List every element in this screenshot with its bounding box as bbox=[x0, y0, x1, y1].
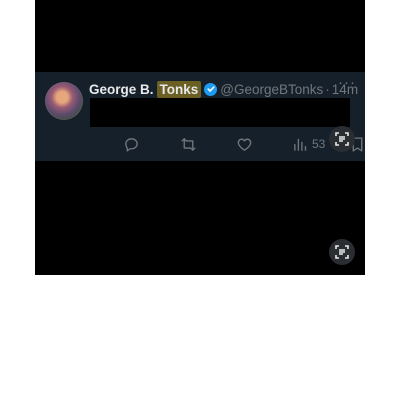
avatar[interactable] bbox=[45, 82, 83, 120]
views-button[interactable]: 53 bbox=[292, 135, 325, 153]
retweet-button[interactable] bbox=[180, 135, 197, 153]
user-handle[interactable]: @GeorgeBTonks bbox=[220, 82, 323, 97]
reply-button[interactable] bbox=[123, 135, 140, 153]
text-scan-icon bbox=[335, 245, 349, 259]
tweet-actions: 53 bbox=[89, 130, 363, 158]
separator: · bbox=[325, 81, 330, 97]
retweet-icon bbox=[181, 137, 196, 151]
like-button[interactable] bbox=[236, 135, 253, 153]
views-icon bbox=[294, 138, 307, 151]
text-scan-button[interactable] bbox=[329, 239, 355, 265]
text-scan-icon bbox=[335, 132, 349, 146]
views-count: 53 bbox=[312, 137, 326, 151]
reply-icon bbox=[125, 137, 138, 152]
redacted-tweet-text bbox=[90, 98, 350, 127]
verified-icon bbox=[204, 82, 218, 96]
heart-icon bbox=[237, 138, 252, 151]
more-options-button[interactable]: ··· bbox=[337, 75, 357, 95]
tweet-header: George B. Tonks @GeorgeBTonks · 14m bbox=[89, 80, 359, 98]
highlighted-name[interactable]: Tonks bbox=[156, 80, 202, 98]
tweet-card[interactable]: George B. Tonks @GeorgeBTonks · 14m ··· bbox=[35, 72, 365, 161]
text-scan-button[interactable] bbox=[329, 126, 355, 152]
screenshot-viewer: George B. Tonks @GeorgeBTonks · 14m ··· bbox=[35, 0, 365, 275]
display-name[interactable]: George B. bbox=[89, 82, 154, 97]
